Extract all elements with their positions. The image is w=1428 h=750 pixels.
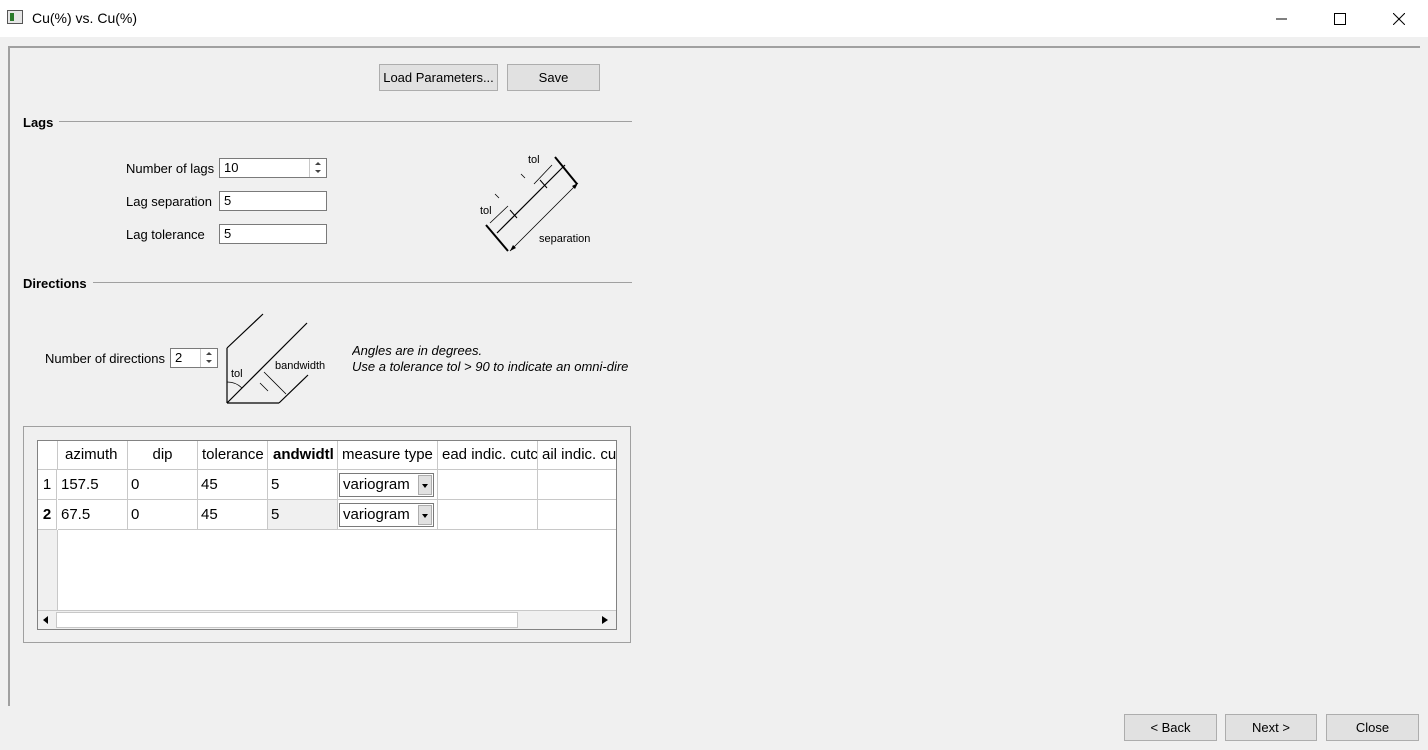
lag-separation-label: Lag separation (126, 194, 213, 209)
directions-table-frame: azimuth dip tolerance andwidtl measure t… (23, 426, 631, 643)
cell-measure-type: variogram (338, 500, 438, 530)
title-bar: Cu(%) vs. Cu(%) (0, 0, 1428, 37)
directions-section-title: Directions (23, 276, 93, 291)
measure-type-value: variogram (343, 476, 410, 493)
lags-section-title: Lags (23, 115, 60, 130)
spin-arrows-icon[interactable] (309, 159, 326, 177)
measure-type-value: variogram (343, 506, 410, 523)
scroll-left-icon[interactable] (42, 615, 50, 625)
column-header-head-indic-cutoff[interactable]: ead indic. cutc (438, 441, 538, 470)
row-header-column (38, 530, 58, 610)
table-corner[interactable] (38, 441, 58, 470)
number-of-directions-label: Number of directions (45, 351, 165, 366)
lag-tolerance-field[interactable]: 5 (219, 224, 327, 244)
row-header[interactable]: 2 (38, 500, 57, 530)
lag-separation-value: 5 (224, 193, 232, 208)
close-button[interactable]: Close (1326, 714, 1419, 741)
number-of-directions-value: 2 (175, 350, 183, 365)
cell-head-cutoff[interactable] (438, 470, 538, 500)
direction-diagram-bandwidth: bandwidth (275, 360, 325, 372)
number-of-lags-spinbox[interactable]: 10 (219, 158, 327, 178)
number-of-lags-label: Number of lags (126, 161, 215, 176)
cell-measure-type: variogram (338, 470, 438, 500)
cell-azimuth[interactable]: 67.5 (58, 500, 128, 530)
cell-dip[interactable]: 0 (128, 470, 198, 500)
scroll-right-icon[interactable] (601, 615, 609, 625)
lag-separation-field[interactable]: 5 (219, 191, 327, 211)
window-title: Cu(%) vs. Cu(%) (32, 10, 138, 26)
column-header-tolerance[interactable]: tolerance (198, 441, 268, 470)
lag-diagram-tol-left: tol (480, 205, 492, 217)
row-header[interactable]: 1 (38, 470, 57, 500)
directions-divider (23, 282, 632, 283)
number-of-directions-spinbox[interactable]: 2 (170, 348, 218, 368)
measure-type-dropdown[interactable]: variogram (339, 503, 434, 527)
spin-arrows-icon[interactable] (200, 349, 217, 367)
close-window-button[interactable] (1370, 0, 1428, 37)
cell-dip[interactable]: 0 (128, 500, 198, 530)
lags-divider (23, 121, 632, 122)
minimize-icon (1276, 18, 1287, 19)
maximize-button[interactable] (1311, 0, 1369, 37)
chevron-down-icon[interactable] (418, 505, 432, 525)
back-button[interactable]: < Back (1124, 714, 1217, 741)
cell-azimuth[interactable]: 157.5 (58, 470, 128, 500)
cell-tail-cutoff[interactable] (538, 470, 616, 500)
lag-tolerance-label: Lag tolerance (126, 227, 205, 242)
app-icon (7, 10, 23, 24)
column-header-azimuth[interactable]: azimuth (58, 441, 128, 470)
lag-tolerance-value: 5 (224, 226, 232, 241)
next-button[interactable]: Next > (1225, 714, 1317, 741)
column-header-dip[interactable]: dip (128, 441, 198, 470)
tolerance-note: Use a tolerance tol > 90 to indicate an … (352, 359, 629, 374)
column-header-tail-indic-cutoff[interactable]: ail indic. cu (538, 441, 616, 470)
angles-note: Angles are in degrees. (352, 343, 483, 358)
scrollbar-thumb[interactable] (56, 612, 518, 628)
chevron-down-icon[interactable] (418, 475, 432, 495)
column-header-measure-type[interactable]: measure type (338, 441, 438, 470)
measure-type-dropdown[interactable]: variogram (339, 473, 434, 497)
number-of-lags-value: 10 (224, 160, 239, 175)
save-button[interactable]: Save (507, 64, 600, 91)
cell-tail-cutoff[interactable] (538, 500, 616, 530)
horizontal-scrollbar[interactable] (38, 610, 616, 629)
direction-diagram-icon: tol bandwidth (226, 313, 325, 404)
load-parameters-button[interactable]: Load Parameters... (379, 64, 498, 91)
lag-diagram-separation: separation (539, 233, 590, 245)
cell-tolerance[interactable]: 45 (198, 500, 268, 530)
cell-head-cutoff[interactable] (438, 500, 538, 530)
close-icon (1393, 12, 1405, 25)
direction-diagram-tol: tol (231, 368, 243, 380)
cell-tolerance[interactable]: 45 (198, 470, 268, 500)
maximize-icon (1334, 12, 1346, 25)
lag-diagram-icon: tol tol separation (480, 154, 590, 252)
minimize-button[interactable] (1253, 0, 1311, 37)
lag-diagram-tol-top: tol (528, 154, 540, 166)
cell-bandwidth[interactable]: 5 (268, 470, 338, 500)
column-header-bandwidth[interactable]: andwidtl (268, 441, 338, 470)
cell-bandwidth[interactable]: 5 (268, 500, 338, 530)
directions-table[interactable]: azimuth dip tolerance andwidtl measure t… (37, 440, 617, 630)
